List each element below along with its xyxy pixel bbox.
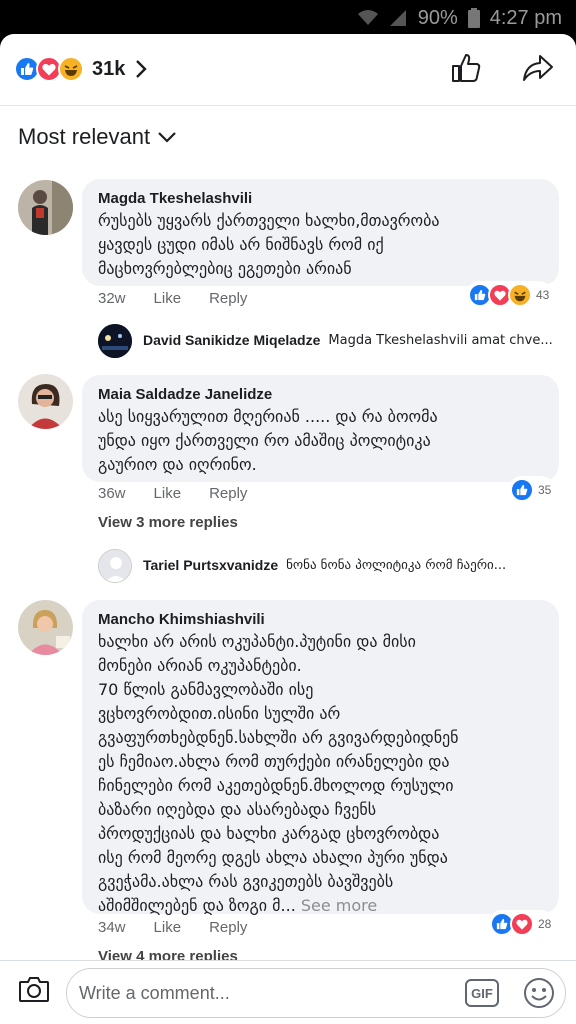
comment-bubble[interactable]: Mancho Khimshiashvili ხალხი არ არის ოკუპ… bbox=[82, 600, 559, 915]
reply-preview[interactable]: Tariel Purtsxvanidze ნონა ნონა პოლიტიკა … bbox=[143, 557, 558, 573]
battery-level: 90% bbox=[417, 6, 458, 29]
reaction-count: 31k bbox=[92, 57, 126, 80]
chevron-down-icon bbox=[158, 132, 176, 143]
gif-button[interactable]: GIF bbox=[465, 979, 499, 1007]
clock: 4:27 pm bbox=[489, 6, 562, 29]
comments-sheet: 31k Most relevant Magda Tkeshelashvili რ… bbox=[0, 34, 576, 1024]
like-link[interactable]: Like bbox=[154, 485, 182, 502]
like-link[interactable]: Like bbox=[154, 290, 182, 307]
view-more-replies-link[interactable]: View 3 more replies bbox=[98, 514, 238, 531]
reply-preview[interactable]: David Sanikidze Miqeladze Magda Tkeshela… bbox=[143, 332, 558, 348]
haha-reaction-icon bbox=[58, 56, 84, 82]
comment-reactions[interactable]: 28 bbox=[488, 910, 556, 938]
chevron-right-icon bbox=[136, 60, 148, 78]
comment-bubble[interactable]: Maia Saldadze Janelidze ასე სიყვარულით მ… bbox=[82, 375, 559, 482]
avatar[interactable] bbox=[18, 600, 73, 655]
see-more-link[interactable]: See more bbox=[301, 896, 377, 915]
like-button-icon[interactable] bbox=[450, 52, 482, 84]
wifi-icon bbox=[357, 10, 378, 25]
comment-time: 32w bbox=[98, 290, 126, 307]
reactions-summary[interactable]: 31k bbox=[14, 56, 148, 82]
comment-author[interactable]: Maia Saldadze Janelidze bbox=[98, 385, 543, 405]
love-reaction-icon bbox=[510, 912, 534, 936]
avatar[interactable] bbox=[98, 324, 132, 358]
sort-label: Most relevant bbox=[18, 124, 151, 149]
comment-reactions[interactable]: 43 bbox=[466, 281, 554, 309]
battery-icon bbox=[467, 8, 480, 28]
share-button-icon[interactable] bbox=[522, 54, 554, 82]
comment-body: ხალხი არ არის ოკუპანტი.პუტინი და მისი მო… bbox=[98, 632, 459, 915]
reply-author[interactable]: David Sanikidze Miqeladze bbox=[143, 332, 320, 348]
reactions-header: 31k bbox=[0, 34, 576, 106]
comment-actions: 34w Like Reply bbox=[98, 919, 247, 936]
reply-link[interactable]: Reply bbox=[209, 485, 247, 502]
reply-link[interactable]: Reply bbox=[209, 290, 247, 307]
comment-text: ასე სიყვარულით მღერიან ..... და რა ბოომა… bbox=[98, 407, 438, 474]
comment-text: ხალხი არ არის ოკუპანტი.პუტინი და მისი მო… bbox=[98, 630, 543, 918]
status-bar: 90% 4:27 pm bbox=[0, 0, 576, 36]
comment-composer: Write a comment... GIF bbox=[0, 960, 576, 1024]
reply-author[interactable]: Tariel Purtsxvanidze bbox=[143, 557, 278, 573]
comment-author[interactable]: Magda Tkeshelashvili bbox=[98, 189, 543, 209]
comment-time: 36w bbox=[98, 485, 126, 502]
sort-dropdown[interactable]: Most relevant bbox=[18, 124, 176, 150]
signal-icon bbox=[389, 10, 406, 26]
like-link[interactable]: Like bbox=[154, 919, 182, 936]
reaction-count: 35 bbox=[538, 483, 552, 497]
haha-reaction-icon bbox=[508, 283, 532, 307]
emoji-icon[interactable] bbox=[523, 977, 555, 1009]
comment-bubble[interactable]: Magda Tkeshelashvili რუსებს უყვარს ქართვ… bbox=[82, 179, 559, 286]
comment-actions: 36w Like Reply bbox=[98, 485, 247, 502]
like-reaction-icon bbox=[510, 478, 534, 502]
comment-actions: 32w Like Reply bbox=[98, 290, 247, 307]
reaction-count: 43 bbox=[536, 288, 550, 302]
comment-author[interactable]: Mancho Khimshiashvili bbox=[98, 610, 543, 630]
comment-input[interactable]: Write a comment... GIF bbox=[66, 968, 566, 1018]
comment-input-placeholder: Write a comment... bbox=[79, 983, 230, 1003]
reaction-count: 28 bbox=[538, 917, 552, 931]
comment-text: რუსებს უყვარს ქართველი ხალხი,მთავრობა ყა… bbox=[98, 211, 440, 278]
comment-time: 34w bbox=[98, 919, 126, 936]
camera-icon[interactable] bbox=[18, 975, 50, 1003]
comment-reactions[interactable]: 35 bbox=[508, 476, 556, 504]
reply-text: Magda Tkeshelashvili amat chve... bbox=[328, 332, 553, 348]
avatar[interactable] bbox=[98, 549, 132, 583]
avatar[interactable] bbox=[18, 180, 73, 235]
reply-link[interactable]: Reply bbox=[209, 919, 247, 936]
avatar[interactable] bbox=[18, 374, 73, 429]
reply-text: ნონა ნონა პოლიტიკა რომ ჩაერი... bbox=[286, 557, 507, 573]
